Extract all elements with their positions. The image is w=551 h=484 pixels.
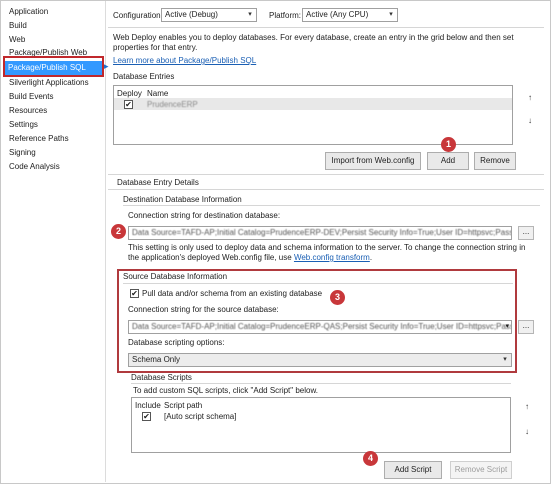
- move-down-icon[interactable]: ↓: [520, 425, 534, 439]
- scripting-options-label: Database scripting options:: [128, 338, 225, 347]
- source-conn-label: Connection string for the source databas…: [128, 305, 279, 314]
- source-browse-button[interactable]: ...: [518, 320, 534, 334]
- source-section-title: Source Database Information: [123, 272, 228, 281]
- sidebar-item-reference-paths[interactable]: Reference Paths: [9, 133, 69, 145]
- database-scripts-title: Database Scripts: [131, 373, 192, 382]
- column-header-script-path: Script path: [164, 401, 203, 410]
- annotation-badge-1: 1: [441, 137, 456, 152]
- dest-conn-label: Connection string for destination databa…: [128, 211, 281, 220]
- remove-script-button[interactable]: Remove Script: [450, 461, 512, 479]
- sidebar-item-code-analysis[interactable]: Code Analysis: [9, 161, 60, 173]
- nav-arrow-icon: ▸: [104, 61, 109, 71]
- divider: [123, 205, 540, 206]
- scripting-options-select[interactable]: Schema Only ▾: [128, 353, 512, 367]
- destination-section-title: Destination Database Information: [123, 195, 242, 204]
- webconfig-transform-link[interactable]: Web.config transform: [294, 253, 370, 262]
- chevron-down-icon: ▾: [503, 356, 507, 363]
- sidebar-item-build[interactable]: Build: [9, 20, 27, 32]
- remove-button[interactable]: Remove: [474, 152, 516, 170]
- include-checkbox[interactable]: ✔: [142, 412, 151, 421]
- dest-note-end: .: [369, 253, 373, 262]
- learn-more-link[interactable]: Learn more about Package/Publish SQL: [113, 56, 256, 65]
- sidebar-item-signing[interactable]: Signing: [9, 147, 36, 159]
- configuration-select[interactable]: Active (Debug) ▾: [161, 8, 257, 22]
- pull-data-label: Pull data and/or schema from an existing…: [142, 289, 323, 298]
- move-up-icon[interactable]: ↑: [523, 91, 537, 105]
- dest-note-line-1: This setting is only used to deploy data…: [128, 243, 526, 252]
- annotation-highlight-box: [3, 56, 104, 77]
- sidebar-item-resources[interactable]: Resources: [9, 105, 47, 117]
- dest-connection-string-input[interactable]: Data Source=TAFD-AP;Initial Catalog=Prud…: [128, 226, 512, 240]
- sidebar-item-settings[interactable]: Settings: [9, 119, 38, 131]
- platform-select[interactable]: Active (Any CPU) ▾: [302, 8, 398, 22]
- chevron-down-icon: ▾: [505, 323, 509, 330]
- dest-note: This setting is only used to deploy data…: [128, 243, 528, 263]
- column-header-include: Include: [135, 401, 161, 410]
- divider: [108, 189, 544, 190]
- dest-browse-button[interactable]: ...: [518, 226, 534, 240]
- script-path-value: [Auto script schema]: [164, 412, 237, 421]
- source-conn-value: Data Source=TAFD-AP;Initial Catalog=Prud…: [132, 322, 511, 331]
- divider: [108, 174, 544, 175]
- source-connection-string-select[interactable]: Data Source=TAFD-AP;Initial Catalog=Prud…: [128, 320, 512, 334]
- entry-name: PrudenceERP: [147, 100, 198, 109]
- add-button[interactable]: Add: [427, 152, 469, 170]
- pull-data-checkbox[interactable]: ✔: [130, 289, 139, 298]
- move-up-icon[interactable]: ↑: [520, 400, 534, 414]
- scripting-options-value: Schema Only: [132, 355, 181, 364]
- deploy-checkbox[interactable]: ✔: [124, 100, 133, 109]
- sidebar-nav: Application Build Web Package/Publish We…: [1, 1, 106, 482]
- annotation-badge-4: 4: [363, 451, 378, 466]
- database-entries-title: Database Entries: [113, 72, 175, 81]
- database-scripts-grid[interactable]: Include Script path ✔ [Auto script schem…: [131, 397, 511, 453]
- dest-conn-value: Data Source=TAFD-AP;Initial Catalog=Prud…: [132, 228, 511, 237]
- configuration-value: Active (Debug): [165, 10, 218, 19]
- chevron-down-icon: ▾: [389, 11, 393, 18]
- sidebar-item-silverlight-applications[interactable]: Silverlight Applications: [9, 77, 89, 89]
- column-header-name: Name: [147, 89, 169, 98]
- import-from-webconfig-button[interactable]: Import from Web.config: [325, 152, 421, 170]
- database-entries-grid[interactable]: Deploy Name ✔ PrudenceERP: [113, 85, 513, 145]
- dest-note-line-2: the application's deployed Web.config fi…: [128, 253, 292, 262]
- configuration-label: Configuration:: [113, 11, 163, 20]
- platform-label: Platform:: [269, 11, 302, 20]
- intro-description: Web Deploy enables you to deploy databas…: [113, 33, 514, 52]
- sidebar-item-web[interactable]: Web: [9, 34, 25, 46]
- divider: [123, 283, 513, 284]
- scripts-hint: To add custom SQL scripts, click "Add Sc…: [133, 386, 319, 395]
- annotation-badge-3: 3: [330, 290, 345, 305]
- move-down-icon[interactable]: ↓: [523, 114, 537, 128]
- platform-value: Active (Any CPU): [306, 10, 369, 19]
- divider: [131, 383, 511, 384]
- column-header-deploy: Deploy: [117, 89, 142, 98]
- chevron-down-icon: ▾: [248, 11, 252, 18]
- database-entry-details-title: Database Entry Details: [117, 178, 199, 187]
- annotation-badge-2: 2: [111, 224, 126, 239]
- divider: [108, 27, 544, 28]
- add-script-button[interactable]: Add Script: [384, 461, 442, 479]
- sidebar-item-application[interactable]: Application: [9, 6, 48, 18]
- sidebar-item-build-events[interactable]: Build Events: [9, 91, 53, 103]
